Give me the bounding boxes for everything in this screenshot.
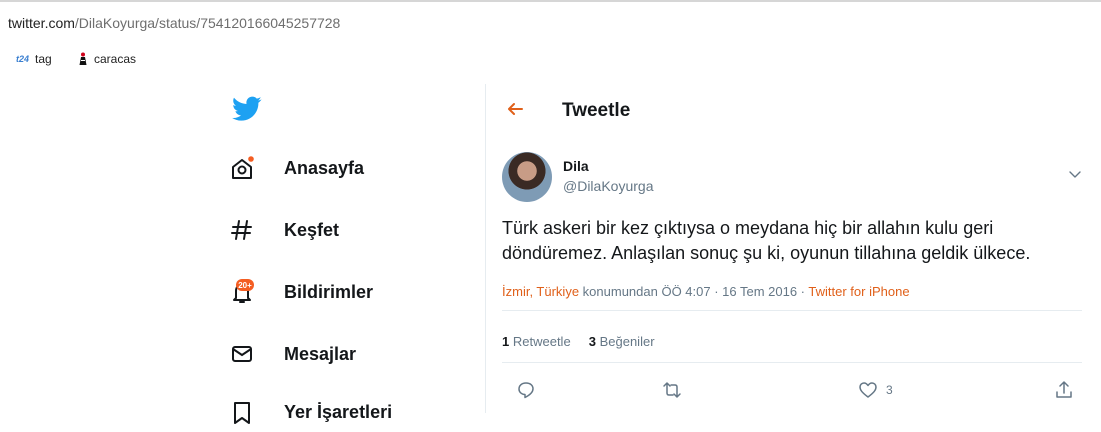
- tweet-meta: İzmir, Türkiye konumundan ÖÖ 4:07 · 16 T…: [502, 284, 910, 299]
- heart-icon: [859, 382, 877, 398]
- bell-icon: 20+: [233, 279, 254, 303]
- author-handle[interactable]: @DilaKoyurga: [563, 178, 653, 194]
- sidebar-item-label: Anasayfa: [284, 157, 365, 178]
- divider: [502, 310, 1082, 311]
- chevron-down-icon[interactable]: [1068, 167, 1082, 181]
- share-icon: [1056, 381, 1072, 398]
- hashtag-icon: [231, 220, 252, 240]
- twitter-logo-icon[interactable]: [232, 96, 262, 122]
- bookmark-caracas[interactable]: caracas: [78, 52, 136, 66]
- retweet-count: 1: [502, 334, 510, 349]
- like-action-count: 3: [886, 383, 893, 397]
- like-count: 3: [588, 334, 596, 349]
- sidebar-item-label: Mesajlar: [284, 343, 357, 364]
- source-link[interactable]: Twitter for iPhone: [808, 284, 909, 299]
- back-arrow-icon: [508, 103, 523, 115]
- sidebar-item-explore[interactable]: Keşfet: [222, 210, 462, 250]
- author-name[interactable]: Dila: [563, 158, 589, 174]
- retweet-icon: [663, 382, 681, 398]
- divider: [502, 362, 1082, 363]
- back-button[interactable]: [506, 100, 524, 118]
- tower-icon: [79, 52, 87, 65]
- bookmark-tag[interactable]: t24 tag: [16, 52, 52, 66]
- notification-badge: 20+: [238, 281, 252, 290]
- tweet-stats: 1 Retweetle 3 Beğeniler: [502, 334, 655, 349]
- envelope-icon: [232, 346, 252, 362]
- retweet-button[interactable]: [662, 380, 682, 400]
- like-button[interactable]: 3: [858, 380, 893, 400]
- sidebar-item-notifications[interactable]: 20+ Bildirimler: [222, 272, 462, 312]
- sidebar-item-messages[interactable]: Mesajlar: [222, 334, 462, 374]
- retweet-stat[interactable]: 1 Retweetle: [502, 334, 571, 349]
- bookmark-label: caracas: [94, 52, 137, 66]
- tweet-text: Türk askeri bir kez çıktıysa o meydana h…: [502, 218, 1031, 263]
- reply-icon: [518, 382, 534, 399]
- reply-button[interactable]: [516, 380, 536, 400]
- address-bar[interactable]: twitter.com/DilaKoyurga/status/754120166…: [0, 0, 1101, 42]
- share-button[interactable]: [1054, 380, 1074, 400]
- avatar[interactable]: [502, 152, 552, 202]
- t24-icon: t24: [16, 54, 30, 64]
- page-title: Tweetle: [562, 100, 631, 121]
- retweet-label: Retweetle: [512, 334, 571, 349]
- sidebar-item-label: Keşfet: [284, 219, 340, 240]
- location-link[interactable]: İzmir, Türkiye: [502, 284, 579, 299]
- bookmark-label: tag: [35, 52, 52, 66]
- sidebar-item-label: Bildirimler: [284, 281, 374, 302]
- sidebar-item-home[interactable]: Anasayfa: [222, 148, 462, 188]
- timestamp: konumundan ÖÖ 4:07 · 16 Tem 2016 ·: [579, 284, 809, 299]
- url-path: /DilaKoyurga/status/754120166045257728: [74, 15, 341, 31]
- bookmarks-bar: t24 tag caracas: [0, 42, 1101, 74]
- bookmark-icon: [234, 402, 250, 424]
- tweet-detail-column: Tweetle Dila @DilaKoyurga Türk askeri bi…: [485, 84, 1101, 413]
- sidebar-item-label: Yer İşaretleri: [284, 401, 393, 422]
- sidebar-item-bookmarks[interactable]: Yer İşaretleri: [222, 392, 462, 432]
- like-label: Beğeniler: [599, 334, 655, 349]
- like-stat[interactable]: 3 Beğeniler: [589, 334, 655, 349]
- url-domain: twitter.com: [8, 15, 75, 31]
- url-text[interactable]: twitter.com/DilaKoyurga/status/754120166…: [8, 15, 340, 31]
- home-icon: [232, 156, 254, 179]
